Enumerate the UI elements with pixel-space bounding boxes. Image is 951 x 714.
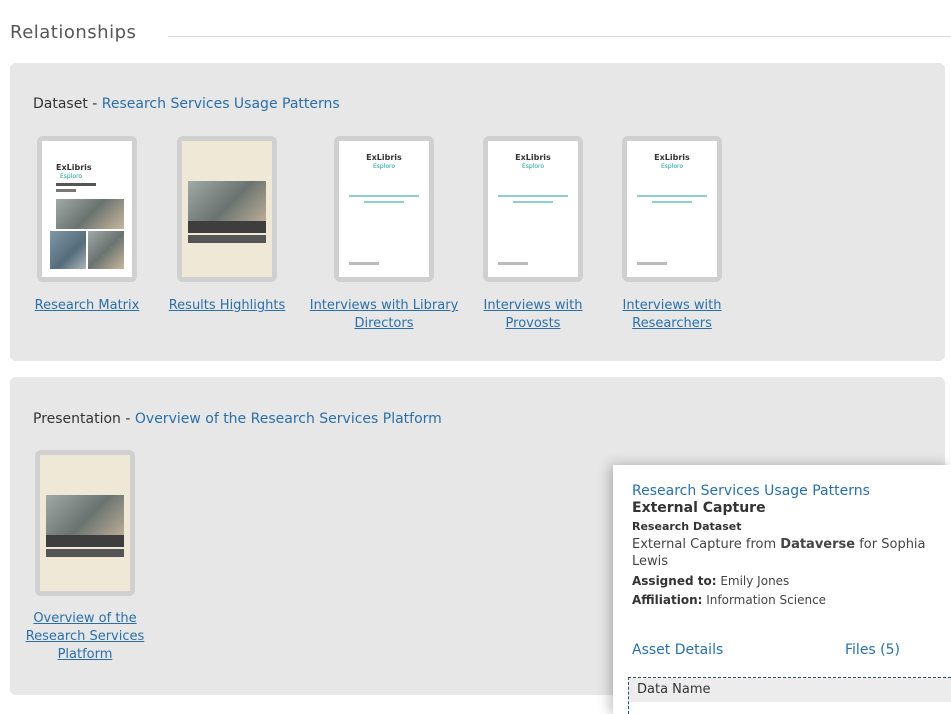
data-table: Data Name (628, 677, 951, 714)
related-item-library-directors[interactable]: ExLibris Esploro Interviews with Library… (309, 136, 459, 333)
thumbnail[interactable] (177, 136, 277, 282)
exlibris-document-cover-image: ExLibris Esploro (627, 141, 717, 277)
thumbnail[interactable]: ExLibris Esploro (622, 136, 722, 282)
relationships-header: Relationships (10, 22, 951, 50)
files-link[interactable]: Files (5) (845, 642, 900, 658)
assigned-label: Assigned to: (632, 574, 717, 588)
item-link[interactable]: Overview of the Research Services Platfo… (15, 610, 155, 664)
popover-asset-type: Research Dataset (632, 520, 742, 533)
presentation-heading: Presentation - Overview of the Research … (33, 411, 442, 427)
affiliation-value: Information Science (702, 593, 827, 607)
description-prefix: External Capture from (632, 537, 781, 552)
assigned-value: Emily Jones (716, 574, 790, 588)
related-item-results-highlights[interactable]: Results Highlights (152, 136, 302, 315)
thumbnail[interactable] (35, 450, 135, 596)
item-link[interactable]: Interviews with Library Directors (309, 297, 459, 333)
related-item-researchers[interactable]: ExLibris Esploro Interviews with Researc… (597, 136, 747, 333)
research-matrix-cover-image: ExLibris Esploro (42, 141, 132, 277)
item-link[interactable]: Research Matrix (12, 297, 162, 315)
thumbnail[interactable]: ExLibris Esploro (483, 136, 583, 282)
popover-assigned: Assigned to: Emily Jones (632, 574, 789, 588)
dataset-panel: Dataset - Research Services Usage Patter… (10, 63, 945, 361)
related-item-provosts[interactable]: ExLibris Esploro Interviews with Provost… (458, 136, 608, 333)
presentation-title-link[interactable]: Overview of the Research Services Platfo… (135, 411, 442, 427)
item-link[interactable]: Results Highlights (152, 297, 302, 315)
popover-description: External Capture from Dataverse for Soph… (632, 536, 942, 570)
description-source: Dataverse (780, 537, 856, 552)
item-link[interactable]: Interviews with Provosts (458, 297, 608, 333)
exlibris-document-cover-image: ExLibris Esploro (339, 141, 429, 277)
popover-affiliation: Affiliation: Information Science (632, 593, 826, 607)
dataset-heading: Dataset - Research Services Usage Patter… (33, 96, 340, 112)
popover-title[interactable]: Research Services Usage Patterns (632, 483, 870, 499)
thumbnail[interactable]: ExLibris Esploro (37, 136, 137, 282)
item-link[interactable]: Interviews with Researchers (597, 297, 747, 333)
asset-details-link[interactable]: Asset Details (632, 642, 723, 658)
related-item-research-matrix[interactable]: ExLibris Esploro Research Matrix (12, 136, 162, 315)
dataset-title-link[interactable]: Research Services Usage Patterns (102, 96, 340, 112)
related-item-overview-platform[interactable]: Overview of the Research Services Platfo… (15, 450, 155, 664)
popover-subtitle: External Capture (632, 500, 766, 516)
results-highlights-cover-image (182, 141, 272, 277)
presentation-prefix: Presentation - (33, 411, 135, 427)
table-header-data-name[interactable]: Data Name (629, 678, 951, 702)
dataset-prefix: Dataset - (33, 96, 102, 112)
affiliation-label: Affiliation: (632, 593, 703, 607)
header-divider (168, 36, 951, 37)
exlibris-document-cover-image: ExLibris Esploro (488, 141, 578, 277)
asset-preview-popover: Research Services Usage Patterns Externa… (613, 465, 951, 714)
thumbnail[interactable]: ExLibris Esploro (334, 136, 434, 282)
section-title: Relationships (10, 22, 149, 43)
results-highlights-cover-image (40, 455, 130, 591)
